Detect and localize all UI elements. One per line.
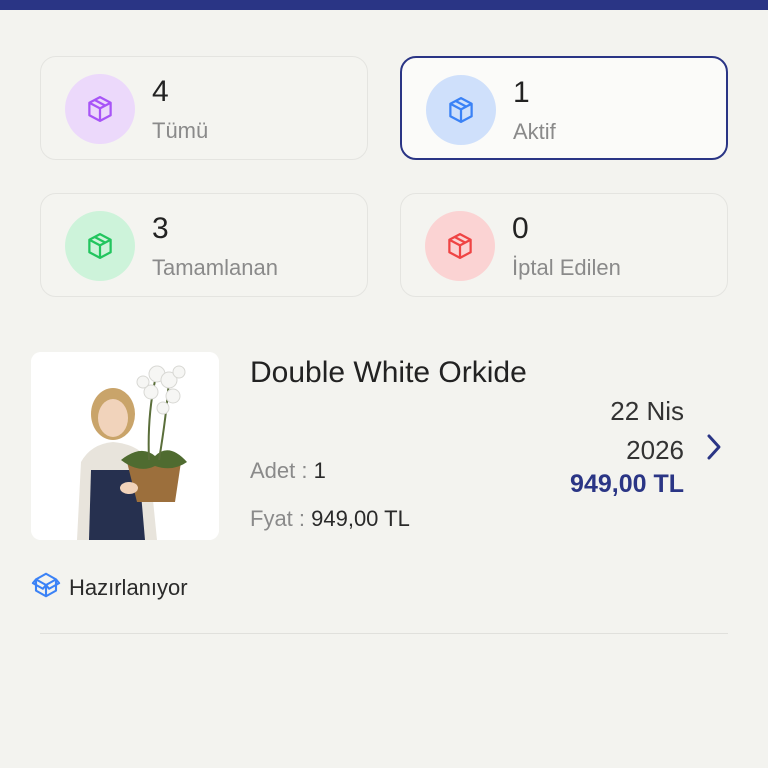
box-open-icon [31,570,61,606]
stat-label: Tamamlanan [152,255,278,280]
quantity-row: Adet : 1 [250,458,326,484]
status-label: Hazırlanıyor [69,575,188,600]
order-date: 22 Nis 2026 [524,392,684,470]
quantity-value: 1 [313,458,326,483]
product-name[interactable]: Double White Orkide [250,356,542,390]
order-date-day: 22 Nis [610,396,684,426]
unit-price-row: Fyat : 949,00 TL [250,506,410,532]
stat-label: Tümü [152,118,209,143]
package-icon [426,75,496,145]
stat-label: İptal Edilen [512,255,621,280]
filter-card-active[interactable]: 1 Aktif [400,56,728,160]
order-date-year: 2026 [626,435,684,465]
order-price: 949,00 TL [570,470,684,498]
stat-count: 0 [512,212,529,245]
filter-card-cancelled[interactable]: 0 İptal Edilen [400,193,728,297]
divider [40,633,728,634]
product-image[interactable] [31,352,219,540]
stat-label: Aktif [513,119,556,144]
top-bar [0,0,768,10]
stat-count: 1 [513,76,530,109]
package-icon [65,74,135,144]
filter-card-completed[interactable]: 3 Tamamlanan [40,193,368,297]
unit-price-label: Fyat : [250,506,312,531]
quantity-label: Adet : [250,458,314,483]
filter-card-all[interactable]: 4 Tümü [40,56,368,160]
package-icon [65,211,135,281]
order-status: Hazırlanıyor [31,570,188,606]
stat-count: 4 [152,75,169,108]
chevron-right-icon[interactable] [702,432,726,462]
unit-price-value: 949,00 TL [311,506,410,531]
stat-count: 3 [152,212,169,245]
package-icon [425,211,495,281]
